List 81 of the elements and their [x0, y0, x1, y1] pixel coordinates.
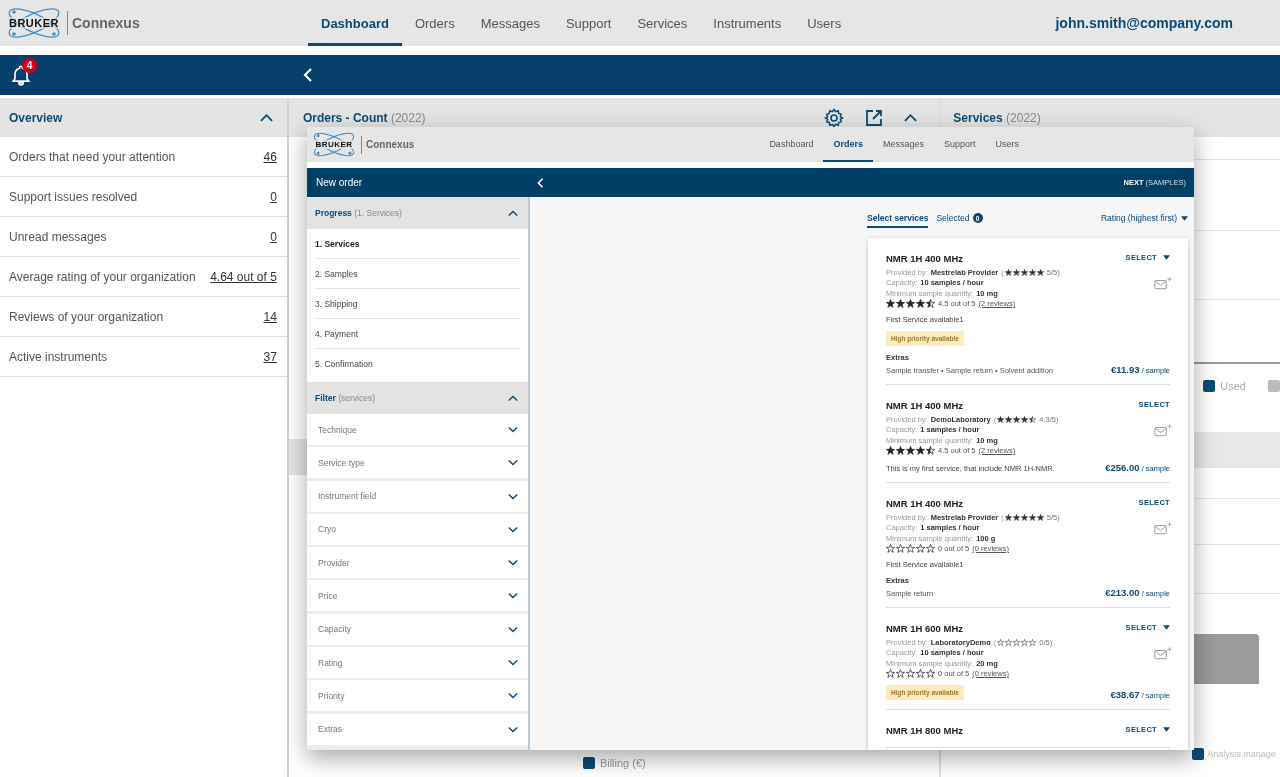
stat-link[interactable]: 37 [263, 349, 277, 364]
filter-dropdown[interactable]: Priority [307, 680, 528, 712]
mail-plus-icon[interactable] [1154, 423, 1172, 437]
stat-label: Unread messages [9, 229, 107, 244]
mail-plus-icon[interactable] [1154, 521, 1172, 535]
stat-link[interactable]: 4.64 out of 5 [210, 269, 277, 284]
chevron-icon[interactable] [904, 112, 918, 123]
caret-icon [1181, 215, 1188, 221]
sort-dropdown[interactable]: Rating (highest first) [1100, 213, 1188, 228]
filter-header[interactable]: Filter (services) [307, 382, 528, 414]
legend-label: Billing (€) [599, 757, 646, 769]
panel-title: Services (2022) [953, 110, 1041, 125]
step-item[interactable]: 5. Confirmation [315, 358, 373, 369]
nav-tab[interactable]: Messages [467, 0, 553, 46]
app-name: Connexus [67, 11, 140, 35]
filter-dropdown[interactable]: Service type [307, 447, 528, 479]
stat-link[interactable]: 14 [263, 309, 277, 324]
filter-dropdown[interactable]: Rating [307, 647, 528, 679]
external-link-icon[interactable] [864, 107, 885, 128]
legend-label: Used [1220, 380, 1246, 392]
stat-link[interactable]: 0 [270, 229, 277, 244]
filter-dropdown[interactable]: Instrument field [307, 480, 528, 512]
nav-tab[interactable]: Dashboard [759, 127, 824, 162]
mail-plus-icon[interactable] [1154, 646, 1172, 660]
progress-header[interactable]: Progress (1. Services) [307, 197, 528, 229]
nav-tab[interactable]: Support [552, 0, 625, 46]
overview-title: Overview [9, 110, 63, 125]
chart-bar [1191, 634, 1260, 684]
caret-icon [1163, 727, 1170, 732]
panel-title: Orders - Count (2022) [302, 110, 426, 125]
filter-dropdown[interactable]: Technique [307, 414, 528, 445]
filter-dropdown[interactable]: Provider [307, 547, 528, 579]
service-name: NMR 1H 800 MHz [886, 725, 965, 736]
nav-tab[interactable]: Orders [401, 0, 468, 46]
stat-label: Reviews of your organization [9, 309, 164, 324]
filter-dropdown[interactable]: Capacity [307, 613, 528, 645]
notification-badge: 4 [22, 58, 37, 73]
nav-tab[interactable]: Messages [872, 127, 934, 162]
section-title: Filter (services) [315, 393, 375, 403]
window-title: New order [315, 177, 364, 188]
filter-dropdown[interactable]: Cryo [307, 513, 528, 545]
step-item[interactable]: 4. Payment [315, 328, 358, 339]
stat-label: Active instruments [9, 349, 108, 364]
chevron-icon[interactable] [508, 209, 518, 217]
filter-dropdown[interactable]: Price [307, 580, 528, 612]
stat-link[interactable]: 46 [263, 149, 277, 164]
stat-label: Orders that need your attention [9, 149, 176, 164]
mail-plus-icon[interactable] [1154, 276, 1172, 290]
service-name: NMR 1H 600 MHz [886, 623, 965, 634]
overview-header[interactable]: Overview [0, 98, 287, 137]
stat-label: Average rating of your organization [9, 269, 196, 284]
legend-swatch [582, 757, 595, 769]
service-name: NMR 1H 400 MHz [886, 253, 965, 264]
user-email[interactable]: john.smith@company.com [1055, 15, 1233, 31]
step-item[interactable]: 3. Shipping [315, 298, 358, 309]
service-name: NMR 1H 400 MHz [886, 498, 965, 509]
back-icon[interactable] [537, 177, 544, 188]
nav-tab[interactable]: Instruments [700, 0, 795, 46]
nav-tab[interactable]: Dashboard [308, 0, 402, 46]
nav-tab[interactable]: Services [624, 0, 701, 46]
legend-swatch [1268, 380, 1280, 392]
legend-label: Analysis manage [1207, 749, 1276, 759]
step-item[interactable]: 1. Services [315, 238, 360, 249]
chevron-icon[interactable] [259, 112, 273, 123]
collapse-icon[interactable] [303, 68, 313, 82]
nav-tab[interactable]: Support [933, 127, 986, 162]
service-name: NMR 1H 400 MHz [886, 400, 965, 411]
section-title: Progress (1. Services) [315, 208, 402, 218]
nav-tab[interactable]: Users [985, 127, 1029, 162]
chevron-icon[interactable] [508, 394, 518, 402]
stat-link[interactable]: 0 [270, 189, 277, 204]
stat-label: Support issues resolved [9, 189, 138, 204]
nav-tab[interactable]: Users [794, 0, 855, 46]
settings-icon[interactable] [824, 107, 845, 128]
step-item[interactable]: 2. Samples [315, 268, 358, 279]
legend-swatch [1192, 748, 1205, 760]
tab[interactable]: Select services [867, 213, 929, 228]
caret-icon [1163, 255, 1170, 260]
caret-icon [1163, 625, 1170, 630]
app-name: Connexus [361, 135, 415, 154]
filter-dropdown[interactable]: Extras [307, 713, 528, 745]
